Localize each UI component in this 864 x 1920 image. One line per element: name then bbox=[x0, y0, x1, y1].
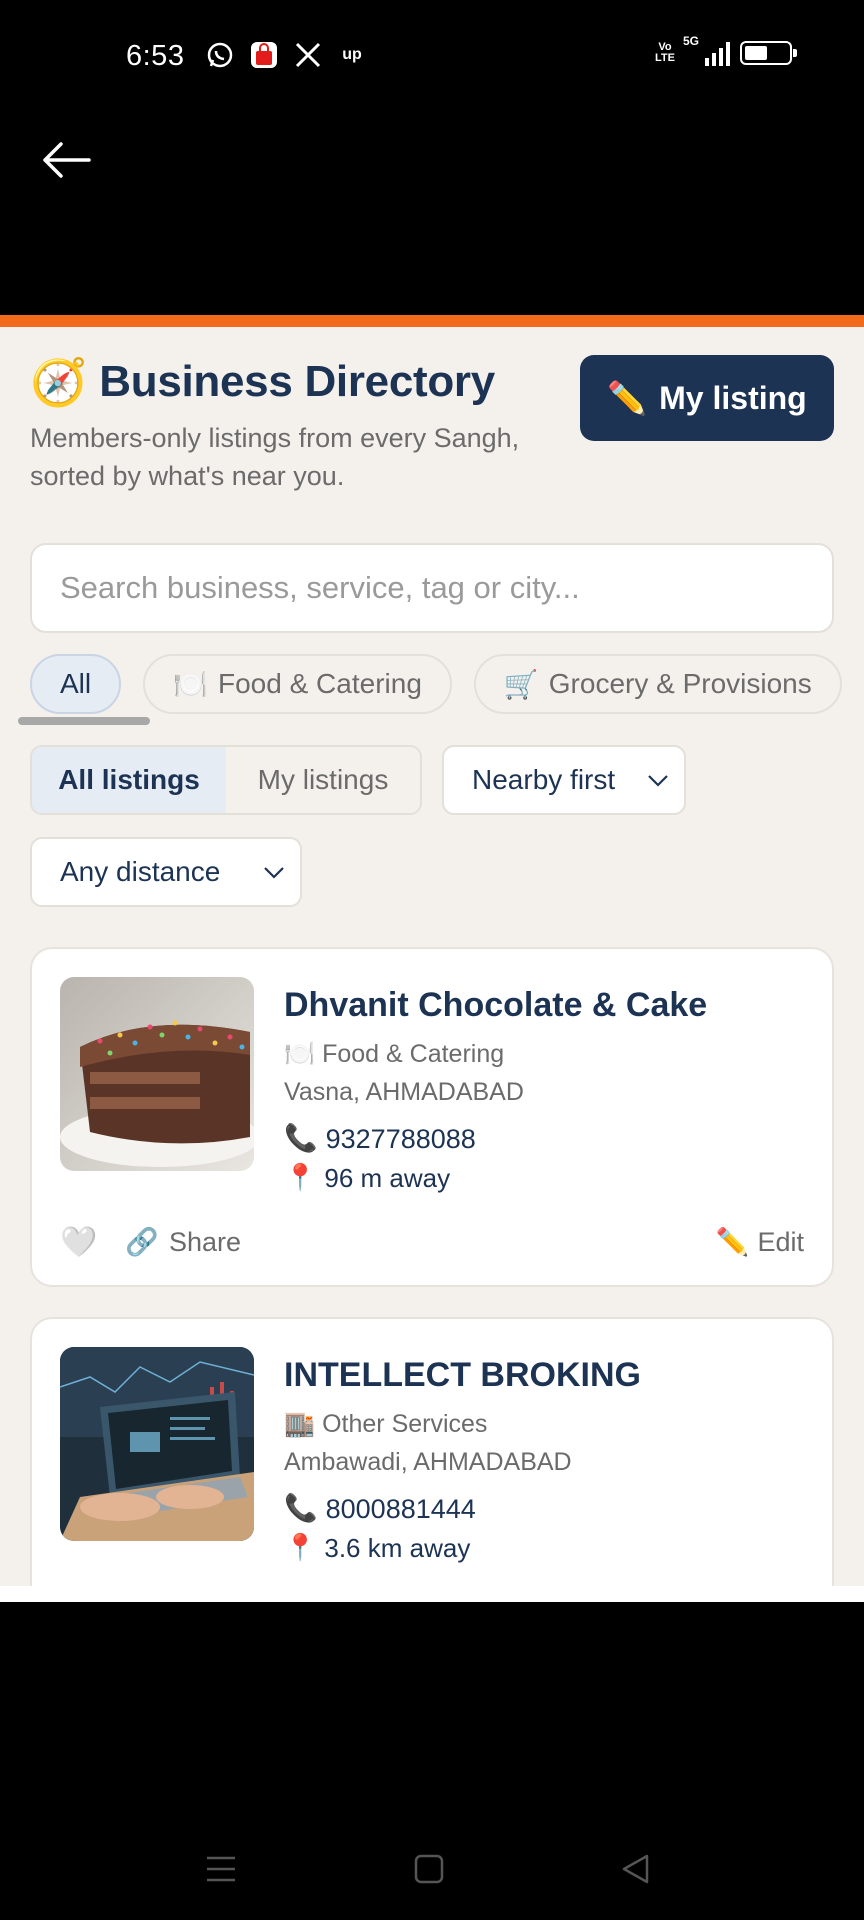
menu-icon bbox=[207, 1856, 235, 1882]
listing-details: Dhvanit Chocolate & Cake 🍽️ Food & Cater… bbox=[284, 985, 812, 1197]
up-icon: up bbox=[337, 40, 367, 70]
chevron-down-icon bbox=[264, 867, 284, 879]
battery-icon bbox=[740, 41, 797, 65]
segment-all-listings[interactable]: All listings bbox=[32, 747, 226, 813]
sort-value: Nearby first bbox=[472, 764, 616, 795]
listing-distance: 📍 3.6 km away bbox=[284, 1529, 812, 1567]
chevron-down-icon bbox=[648, 775, 668, 787]
listing-card[interactable]: INTELLECT BROKING 🏬 Other Services Ambaw… bbox=[30, 1317, 834, 1587]
listing-image-cake bbox=[60, 977, 254, 1171]
listing-distance-value: 3.6 km away bbox=[324, 1533, 471, 1563]
category-chips: All 🍽️ Food & Catering 🛒 Grocery & Provi… bbox=[30, 654, 842, 714]
category-chip-food-catering[interactable]: 🍽️ Food & Catering bbox=[143, 654, 452, 714]
listing-image-trading bbox=[60, 1347, 254, 1541]
signal-icon: 5G bbox=[683, 34, 730, 66]
plate-icon: 🍽️ bbox=[173, 667, 208, 701]
listing-distance: 📍 96 m away bbox=[284, 1159, 812, 1197]
arrow-left-icon bbox=[43, 142, 91, 178]
category-chip-all[interactable]: All bbox=[30, 654, 122, 714]
listing-phone[interactable]: 📞 9327788088 bbox=[284, 1119, 812, 1159]
x-logo-icon bbox=[293, 40, 323, 70]
edit-label: Edit bbox=[757, 1226, 804, 1257]
search-box bbox=[30, 543, 834, 633]
compass-icon: 🧭 bbox=[30, 355, 88, 409]
phone-icon: 📞 bbox=[284, 1123, 318, 1154]
search-input[interactable] bbox=[60, 570, 804, 606]
pencil-icon: ✏️ bbox=[715, 1227, 750, 1258]
pencil-icon: ✏️ bbox=[607, 379, 648, 417]
listing-name: INTELLECT BROKING bbox=[284, 1356, 641, 1394]
category-chip-grocery[interactable]: 🛒 Grocery & Provisions bbox=[473, 654, 842, 714]
content-bottom-edge bbox=[0, 1586, 864, 1602]
listing-phone-number: 9327788088 bbox=[325, 1124, 476, 1154]
chip-label: Grocery & Provisions bbox=[548, 668, 812, 699]
heart-icon[interactable]: 🤍 bbox=[60, 1225, 97, 1260]
distance-dropdown[interactable]: Any distance bbox=[30, 837, 302, 907]
listing-name: Dhvanit Chocolate & Cake bbox=[284, 986, 708, 1024]
edit-button[interactable]: ✏️ Edit bbox=[715, 1226, 804, 1259]
share-label: Share bbox=[168, 1226, 242, 1257]
up-icon-label: up bbox=[342, 46, 362, 63]
shopping-bag-icon bbox=[249, 40, 279, 70]
status-bar: 6:53 up Vo LTE 5G bbox=[0, 0, 864, 115]
page-title: Business Directory bbox=[99, 357, 495, 406]
distance-value: Any distance bbox=[60, 856, 221, 887]
listing-card[interactable]: Dhvanit Chocolate & Cake 🍽️ Food & Cater… bbox=[30, 947, 834, 1287]
my-listing-button[interactable]: ✏️ My listing bbox=[580, 355, 834, 441]
chip-label: All bbox=[60, 668, 92, 699]
pin-icon: 📍 bbox=[284, 1163, 317, 1193]
listing-location: Vasna, AHMADABAD bbox=[284, 1078, 524, 1106]
back-button[interactable] bbox=[36, 130, 96, 190]
my-listing-label: My listing bbox=[659, 379, 807, 416]
listing-scope-toggle: All listings My listings bbox=[30, 745, 422, 815]
listing-distance-value: 96 m away bbox=[324, 1163, 451, 1193]
network-type: 5G bbox=[683, 34, 700, 48]
volte-icon: Vo LTE bbox=[655, 42, 675, 64]
triangle-back-icon bbox=[622, 1854, 649, 1884]
chip-label: Food & Catering bbox=[218, 668, 422, 699]
plate-icon: 🍽️ bbox=[284, 1039, 316, 1068]
cart-icon: 🛒 bbox=[503, 667, 539, 701]
app-bar bbox=[0, 115, 864, 315]
listing-category: 🏬 Other Services bbox=[284, 1405, 812, 1443]
home-button[interactable] bbox=[404, 1844, 454, 1894]
phone-icon: 📞 bbox=[284, 1493, 318, 1524]
notification-icons: up bbox=[205, 40, 367, 70]
system-status-icons: Vo LTE 5G bbox=[655, 34, 797, 66]
back-nav-button[interactable] bbox=[611, 1844, 661, 1894]
listing-location: Ambawadi, AHMADABAD bbox=[284, 1448, 572, 1476]
page-subtitle: Members-only listings from every Sangh, … bbox=[30, 423, 520, 491]
listing-category-label: Other Services bbox=[322, 1410, 488, 1438]
recent-apps-button[interactable] bbox=[196, 1844, 246, 1894]
link-icon: 🔗 bbox=[125, 1227, 159, 1258]
square-icon bbox=[414, 1854, 444, 1884]
listing-category: 🍽️ Food & Catering bbox=[284, 1035, 812, 1073]
whatsapp-icon bbox=[205, 40, 235, 70]
title-row: 🧭 Business Directory bbox=[30, 357, 550, 407]
status-time: 6:53 bbox=[126, 40, 185, 72]
segment-my-listings[interactable]: My listings bbox=[226, 747, 420, 813]
share-button[interactable]: 🔗 Share bbox=[125, 1226, 242, 1259]
directory-content: 🧭 Business Directory Members-only listin… bbox=[0, 327, 864, 1587]
listing-category-label: Food & Catering bbox=[322, 1040, 505, 1068]
volte-bottom: LTE bbox=[655, 52, 675, 64]
listing-phone-number: 8000881444 bbox=[325, 1494, 476, 1524]
listing-phone[interactable]: 📞 8000881444 bbox=[284, 1489, 812, 1529]
battery-fill bbox=[745, 46, 767, 60]
sort-dropdown[interactable]: Nearby first bbox=[442, 745, 686, 815]
chips-scrollbar[interactable] bbox=[18, 717, 150, 725]
listing-details: INTELLECT BROKING 🏬 Other Services Ambaw… bbox=[284, 1355, 812, 1567]
accent-divider bbox=[0, 315, 864, 327]
page-header: 🧭 Business Directory Members-only listin… bbox=[30, 357, 550, 495]
system-navigation-bar bbox=[0, 1602, 864, 1920]
pin-icon: 📍 bbox=[284, 1533, 317, 1563]
department-store-icon: 🏬 bbox=[284, 1409, 316, 1438]
listing-actions: 🤍 🔗 Share ✏️ Edit bbox=[60, 1219, 804, 1265]
